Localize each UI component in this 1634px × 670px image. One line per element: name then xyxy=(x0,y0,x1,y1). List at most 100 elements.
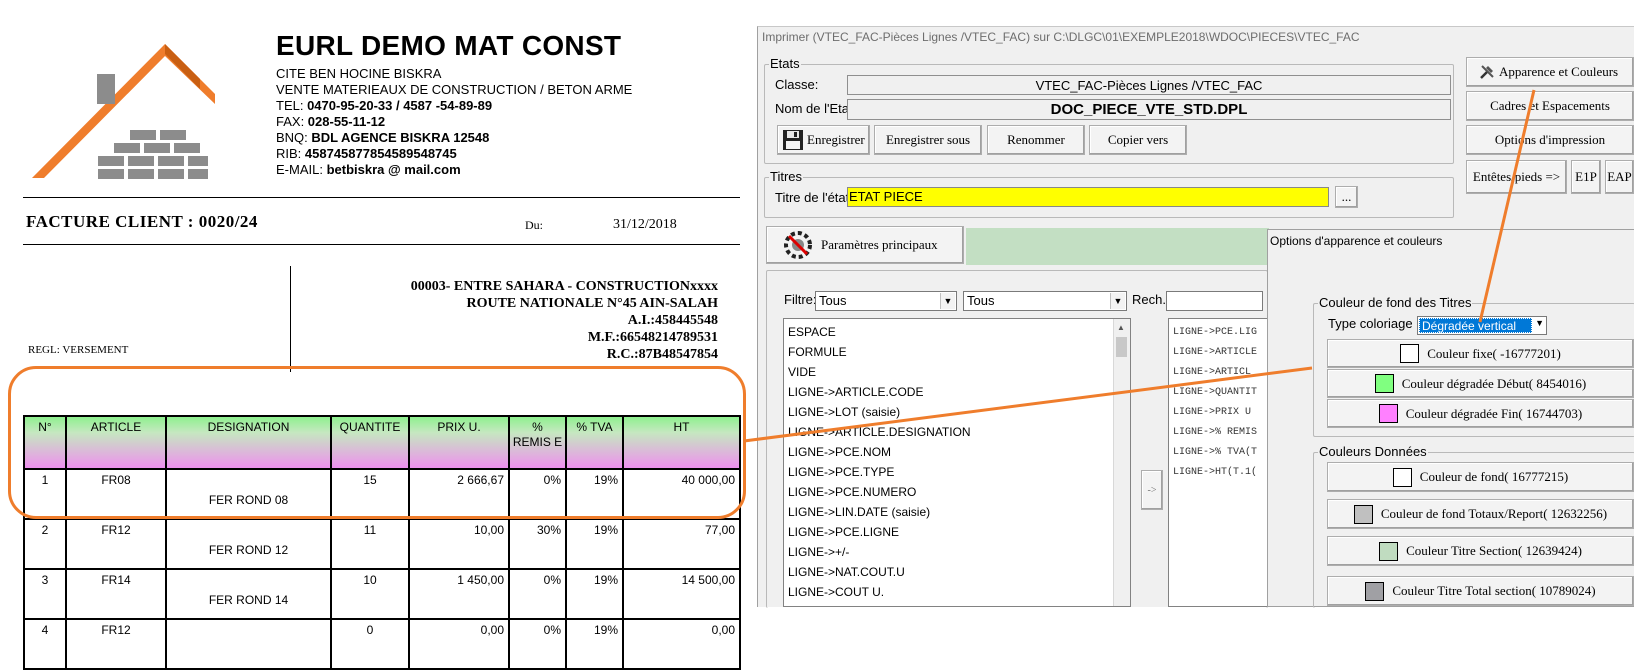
cell: 77,00 xyxy=(622,518,741,570)
totals-background-color-button[interactable]: Couleur de fond Totaux/Report( 12632256) xyxy=(1327,499,1634,529)
list-item[interactable]: LIGNE->ARTICL xyxy=(1173,367,1251,378)
company-bank-line: BNQ: BDL AGENCE BISKRA 12548 xyxy=(276,130,490,145)
invoice-date: 31/12/2018 xyxy=(613,217,677,232)
filter-select-2-value: Tous xyxy=(967,293,995,308)
available-fields-list[interactable]: ESPACE FORMULE VIDE LIGNE->ARTICLE.CODE … xyxy=(783,318,1131,607)
chevron-down-icon: ▼ xyxy=(940,293,955,309)
cell: 2 xyxy=(23,518,67,570)
list-item[interactable]: FORMULE xyxy=(788,345,847,359)
gradient-start-color-button[interactable]: Couleur dégradée Début( 8454016) xyxy=(1327,369,1634,398)
section-total-color-button[interactable]: Couleur Titre Total section( 10789024) xyxy=(1327,576,1634,606)
filter-select-2[interactable]: Tous ▼ xyxy=(963,291,1127,311)
invoice-title: FACTURE CLIENT : 0020/24 xyxy=(26,212,258,231)
list-item[interactable]: LIGNE->PCE.LIGNE xyxy=(788,525,899,539)
gradient-start-label: Couleur dégradée Début( 8454016) xyxy=(1401,375,1587,391)
company-address-line: CITE BEN HOCINE BISKRA xyxy=(276,66,442,81)
titre-etat-browse-label: ... xyxy=(1341,189,1352,204)
client-divider xyxy=(290,266,291,372)
frames-spacing-button[interactable]: Cadres et Espacements xyxy=(1466,91,1634,121)
cell: 11 xyxy=(330,518,410,570)
cell: 3 xyxy=(23,568,67,620)
dialog-title: Imprimer (VTEC_FAC-Pièces Lignes /VTEC_F… xyxy=(762,30,1360,44)
list-item[interactable]: LIGNE->PCE.TYPE xyxy=(788,465,894,479)
title-background-label: Couleur de fond des Titres xyxy=(1318,295,1473,310)
cell: 19% xyxy=(565,618,624,670)
cell: FER ROND 12 xyxy=(165,518,332,570)
list-item[interactable]: LIGNE->NAT.COUT.U xyxy=(788,565,905,579)
type-coloriage-label: Type coloriage : xyxy=(1328,316,1420,331)
type-coloriage-value: Dégradée vertical xyxy=(1419,318,1532,333)
list-item[interactable]: ESPACE xyxy=(788,325,836,339)
list-item[interactable]: LIGNE->PRIX U xyxy=(1173,407,1251,418)
settings-gear-icon xyxy=(784,231,812,259)
cell: 10,00 xyxy=(408,518,510,570)
save-button[interactable]: Enregistrer xyxy=(777,125,870,155)
list-item[interactable]: LIGNE->% TVA(T xyxy=(1173,447,1257,458)
list-item[interactable]: LIGNE->ARTICLE.DESIGNATION xyxy=(788,425,971,439)
main-parameters-button[interactable]: Paramètres principaux xyxy=(766,226,964,264)
appearance-colors-button[interactable]: Apparence et Couleurs xyxy=(1466,57,1634,87)
cell: 30% xyxy=(508,518,567,570)
cell: 10 xyxy=(330,568,410,620)
background-color-label: Couleur de fond( 16777215) xyxy=(1419,469,1569,484)
list-item[interactable]: VIDE xyxy=(788,365,816,379)
list-item[interactable]: LIGNE->PCE.LIG xyxy=(1173,327,1257,338)
titre-etat-label: Titre de l'état: xyxy=(775,190,853,205)
gradient-end-color-button[interactable]: Couleur dégradée Fin( 16744703) xyxy=(1327,399,1634,428)
move-field-button[interactable]: -> xyxy=(1141,470,1163,510)
table-row: 2 FR12 FER ROND 12 11 10,00 30% 19% 77,0… xyxy=(23,518,741,570)
client-mf: M.F.:66548214789531 xyxy=(587,330,718,345)
scrollbar-thumb[interactable] xyxy=(1116,337,1127,357)
headers-footers-label: Entêtes/pieds => xyxy=(1472,169,1561,184)
parameters-band xyxy=(966,228,1269,265)
section-title-color-button[interactable]: Couleur Titre Section( 12639424) xyxy=(1327,536,1634,566)
eap-button[interactable]: EAP xyxy=(1605,160,1634,194)
titre-etat-browse-button[interactable]: ... xyxy=(1335,186,1358,208)
titre-etat-input[interactable]: ETAT PIECE xyxy=(847,187,1329,207)
list-item[interactable]: LIGNE->+/- xyxy=(788,545,849,559)
client-address: ROUTE NATIONALE N°45 AIN-SALAH xyxy=(466,296,718,311)
gradient-end-label: Couleur dégradée Fin( 16744703) xyxy=(1405,405,1583,421)
list-item[interactable]: LIGNE->PCE.NOM xyxy=(788,445,891,459)
classe-label: Classe: xyxy=(775,77,819,92)
cell: 0,00 xyxy=(622,618,741,670)
selected-fields-list[interactable]: LIGNE->PCE.LIG LIGNE->ARTICLE LIGNE->ART… xyxy=(1168,318,1274,607)
list-item[interactable]: LIGNE->QUANTIT xyxy=(1173,387,1257,398)
rename-label: Renommer xyxy=(1007,132,1065,147)
tools-icon xyxy=(1480,65,1494,79)
type-coloriage-select[interactable]: Dégradée vertical ▼ xyxy=(1417,316,1547,335)
e1p-label: E1P xyxy=(1575,169,1597,184)
save-as-button[interactable]: Enregistrer sous xyxy=(874,125,982,155)
list-item[interactable]: LIGNE->HT(T.1( xyxy=(1173,467,1257,478)
list-item[interactable]: LIGNE->COUT U. xyxy=(788,585,884,599)
nom-etat-label: Nom de l'Etat: xyxy=(775,101,857,116)
title-divider xyxy=(23,244,740,245)
list-item[interactable]: LIGNE->ARTICLE xyxy=(1173,347,1257,358)
company-logo xyxy=(32,44,215,179)
list-scrollbar[interactable]: ▲ xyxy=(1113,319,1130,606)
list-item[interactable]: LIGNE->% REMIS xyxy=(1173,427,1257,438)
fixed-color-button[interactable]: Couleur fixe( -16777201) xyxy=(1327,339,1634,368)
list-item[interactable]: LIGNE->ARTICLE.CODE xyxy=(788,385,923,399)
classe-field: VTEC_FAC-Pièces Lignes /VTEC_FAC xyxy=(847,75,1451,95)
list-item[interactable]: LIGNE->LOT (saisie) xyxy=(788,405,900,419)
cell: 1 450,00 xyxy=(408,568,510,620)
rename-button[interactable]: Renommer xyxy=(987,125,1085,155)
list-item[interactable]: LIGNE->LIN.DATE (saisie) xyxy=(788,505,930,519)
e1p-button[interactable]: E1P xyxy=(1571,160,1601,194)
copy-to-button[interactable]: Copier vers xyxy=(1089,125,1187,155)
headers-footers-button[interactable]: Entêtes/pieds => xyxy=(1466,160,1567,194)
eap-label: EAP xyxy=(1607,169,1632,184)
floppy-disk-icon xyxy=(783,130,803,150)
list-item[interactable]: LIGNE->PCE.NUMERO xyxy=(788,485,916,499)
table-row: 3 FR14 FER ROND 14 10 1 450,00 0% 19% 14… xyxy=(23,568,741,620)
data-colors-label: Couleurs Données xyxy=(1318,444,1428,459)
search-input[interactable] xyxy=(1166,291,1263,311)
background-color-button[interactable]: Couleur de fond( 16777215) xyxy=(1327,462,1634,492)
save-button-label: Enregistrer xyxy=(807,132,865,147)
client-block: 00003- ENTRE SAHARA - CONSTRUCTIONxxxx R… xyxy=(411,278,718,363)
filter-select-1[interactable]: Tous ▼ xyxy=(815,291,957,311)
print-options-button[interactable]: Options d'impression xyxy=(1466,125,1634,155)
cell: 0,00 xyxy=(408,618,510,670)
cell: 0 xyxy=(330,618,410,670)
